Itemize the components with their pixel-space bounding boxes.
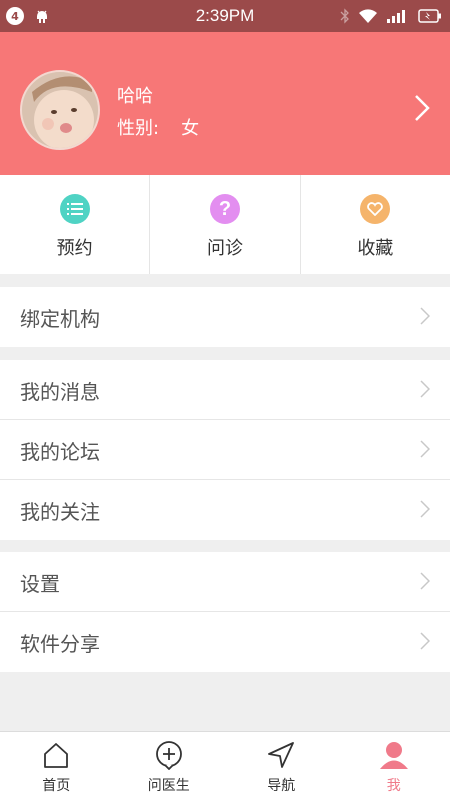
list-icon <box>59 194 90 224</box>
tab-label: 问医生 <box>147 778 190 794</box>
menu-group-1: 绑定机构 <box>0 287 450 347</box>
gender-label: 性别: <box>117 118 160 139</box>
quick-action-label: 预约 <box>56 238 93 259</box>
tab-ask-doctor[interactable]: 问医生 <box>113 732 226 800</box>
quick-action-favorites[interactable]: 收藏 <box>301 175 450 274</box>
chevron-right-icon <box>420 500 430 518</box>
battery-icon <box>418 9 441 23</box>
quick-action-consult[interactable]: ? 问诊 <box>150 175 301 274</box>
tab-navigation[interactable]: 导航 <box>225 732 338 800</box>
chevron-right-icon <box>420 632 430 650</box>
menu-item-messages[interactable]: 我的消息 <box>0 360 450 420</box>
menu-item-share-app[interactable]: 软件分享 <box>0 612 450 672</box>
tab-me[interactable]: 我 <box>338 732 450 800</box>
menu-item-label: 我的论坛 <box>20 440 100 464</box>
profile-gender: 性别: 女 <box>117 114 199 140</box>
avatar[interactable] <box>20 70 100 150</box>
chevron-right-icon[interactable] <box>414 94 430 122</box>
menu-item-settings[interactable]: 设置 <box>0 552 450 612</box>
profile-name: 哈哈 <box>117 86 153 107</box>
bluetooth-icon <box>340 8 349 24</box>
menu-item-label: 我的关注 <box>20 500 100 524</box>
signal-icon <box>387 10 405 23</box>
quick-action-appointment[interactable]: 预约 <box>0 175 151 274</box>
menu-group-3: 设置 软件分享 <box>0 552 450 672</box>
menu-item-label: 我的消息 <box>20 380 100 404</box>
wifi-icon <box>359 9 377 23</box>
add-circle-icon <box>155 741 182 770</box>
menu-group-2: 我的消息 我的论坛 我的关注 <box>0 360 450 540</box>
chevron-right-icon <box>420 380 430 398</box>
gender-value: 女 <box>181 118 200 139</box>
tab-label: 首页 <box>42 778 71 794</box>
tab-label: 导航 <box>267 778 296 794</box>
profile-header[interactable]: 哈哈 性别: 女 <box>0 32 450 175</box>
question-icon: ? <box>209 194 240 224</box>
quick-action-label: 问诊 <box>206 238 243 259</box>
quick-action-label: 收藏 <box>357 238 394 259</box>
home-icon <box>44 743 69 768</box>
menu-item-following[interactable]: 我的关注 <box>0 480 450 540</box>
user-icon <box>379 742 408 769</box>
menu-item-label: 绑定机构 <box>20 307 100 331</box>
menu-item-label: 设置 <box>20 572 60 596</box>
tab-home[interactable]: 首页 <box>0 732 113 800</box>
navigation-icon <box>268 742 295 768</box>
menu-item-forum[interactable]: 我的论坛 <box>0 420 450 480</box>
chevron-right-icon <box>420 440 430 458</box>
tab-label: 我 <box>386 778 401 794</box>
quick-actions: 预约 ? 问诊 收藏 <box>0 175 450 274</box>
chevron-right-icon <box>420 307 430 325</box>
chevron-right-icon <box>420 572 430 590</box>
menu-item-bind-institution[interactable]: 绑定机构 <box>0 287 450 347</box>
bottom-tab-bar: 首页 问医生 导航 我 <box>0 731 450 800</box>
heart-icon <box>360 194 391 224</box>
menu-item-label: 软件分享 <box>20 632 100 656</box>
status-bar: 4 2:39PM <box>0 0 450 32</box>
